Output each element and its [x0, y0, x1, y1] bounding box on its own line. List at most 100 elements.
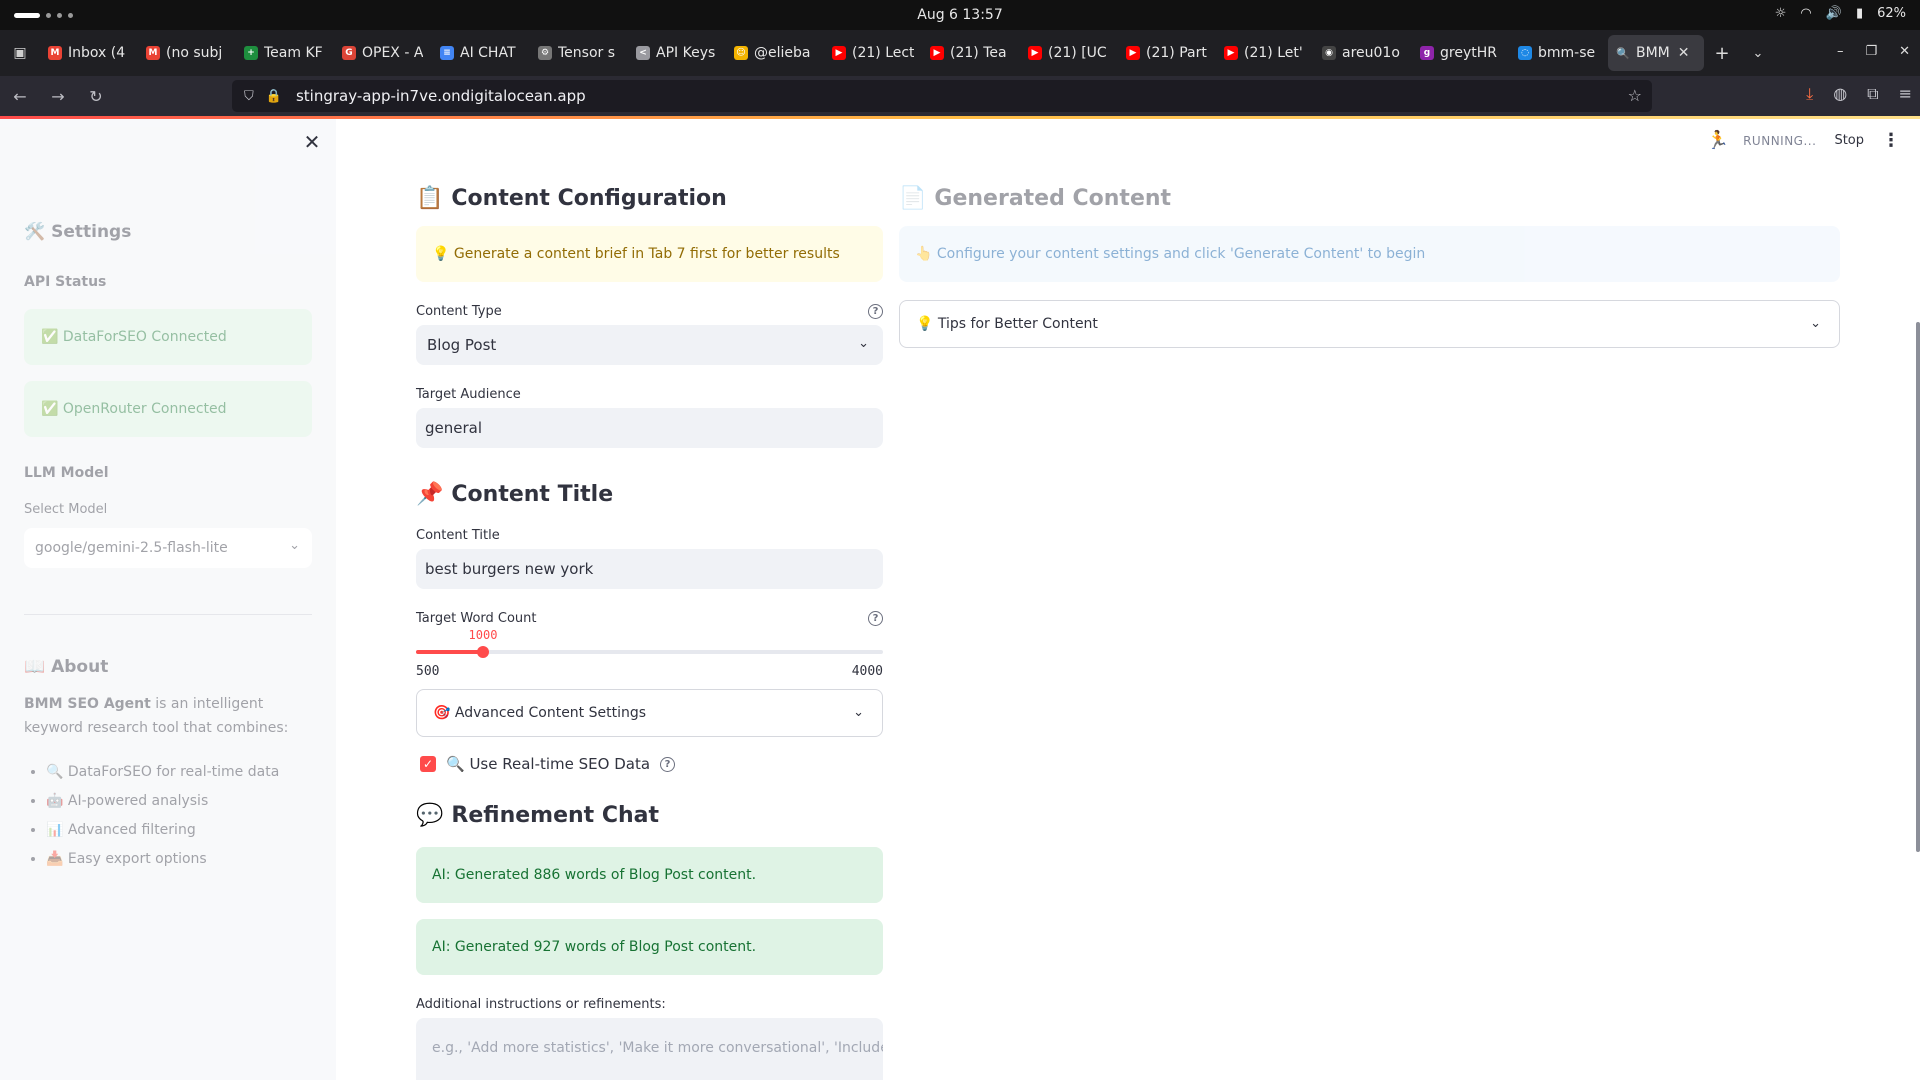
content-title-input[interactable]: best burgers new york: [416, 549, 883, 589]
browser-tab[interactable]: ▶ (21) [UC: [1020, 35, 1118, 71]
sidebar-close-button[interactable]: ✕: [300, 130, 324, 154]
stop-button[interactable]: Stop: [1830, 131, 1868, 150]
list-item: 📥 Easy export options: [46, 845, 279, 874]
tab-active-bmm[interactable]: 🔍 BMM ✕: [1608, 35, 1704, 71]
document-icon: 📄: [899, 185, 927, 211]
minimize-window-button[interactable]: –: [1837, 44, 1844, 59]
list-item: 📊 Advanced filtering: [46, 816, 279, 845]
pushpin-icon: 📌: [416, 481, 444, 507]
new-tab-button[interactable]: +: [1704, 35, 1740, 71]
account-icon[interactable]: ◍: [1833, 84, 1847, 104]
brief-tip-alert: 💡 Generate a content brief in Tab 7 firs…: [416, 226, 883, 282]
restore-window-button[interactable]: ❐: [1865, 44, 1877, 59]
reload-icon: ↻: [89, 86, 103, 106]
favicon-icon: ◌: [1518, 46, 1532, 60]
help-icon[interactable]: ?: [868, 611, 883, 626]
favicon-icon: +: [244, 46, 258, 60]
browser-tab[interactable]: ≡ AI CHAT: [432, 35, 530, 71]
favicon-icon: ▶: [1126, 46, 1140, 60]
tab-overview-button[interactable]: ▣: [0, 30, 40, 76]
toolbar-icons: ⤓ ◍ ⧉ ≡: [1806, 84, 1912, 104]
download-icon[interactable]: ⤓: [1806, 84, 1813, 104]
browser-tab[interactable]: ◉ areu01o: [1314, 35, 1412, 71]
browser-tab[interactable]: ⚙ Tensor s: [530, 35, 628, 71]
heading-text: Generated Content: [934, 185, 1172, 211]
brightness-icon: ☼: [1774, 6, 1787, 21]
page-scrollbar[interactable]: [1916, 322, 1920, 852]
list-item: 🔍 DataForSEO for real-time data: [46, 758, 279, 787]
bookmark-star-icon[interactable]: ☆: [1628, 86, 1642, 105]
clipboard-icon: 📋: [416, 185, 444, 211]
sidebar: 🛠️ Settings API Status ✅ DataForSEO Conn…: [0, 119, 336, 1080]
reload-button[interactable]: ↻: [78, 80, 114, 112]
tab-label: (21) Lect: [852, 45, 914, 61]
browser-tab[interactable]: ▶ (21) Let': [1216, 35, 1314, 71]
favicon-icon: ▶: [1224, 46, 1238, 60]
forward-button[interactable]: →: [40, 80, 76, 112]
running-status: RUNNING...: [1743, 133, 1817, 148]
tab-label: (21) [UC: [1048, 45, 1107, 61]
os-clock[interactable]: Aug 6 13:57: [0, 7, 1920, 23]
browser-tab[interactable]: ▶ (21) Tea: [922, 35, 1020, 71]
browser-tab[interactable]: ◌ bmm-se: [1510, 35, 1608, 71]
slider-handle[interactable]: [477, 646, 489, 658]
menu-icon[interactable]: ≡: [1899, 84, 1912, 104]
browser-nav-bar: ← → ↻ ⛉ 🔒 stingray-app-in7ve.ondigitaloc…: [0, 76, 1920, 116]
browser-tab[interactable]: M (no subj: [138, 35, 236, 71]
list-all-tabs-button[interactable]: ⌄: [1740, 35, 1776, 71]
refinement-instructions-textarea[interactable]: e.g., 'Add more statistics', 'Make it mo…: [416, 1018, 883, 1080]
os-status-area[interactable]: ☼ ◠ 🔊 ▮ 62%: [1775, 6, 1906, 21]
close-icon[interactable]: ✕: [1678, 45, 1690, 61]
close-window-button[interactable]: ✕: [1899, 44, 1910, 59]
realtime-seo-checkbox[interactable]: ✓: [420, 756, 436, 772]
back-button[interactable]: ←: [2, 80, 38, 112]
browser-tab[interactable]: G OPEX - A: [334, 35, 432, 71]
heading-text: Refinement Chat: [451, 802, 660, 828]
tab-overview-icon: ▣: [13, 45, 27, 61]
lock-icon[interactable]: 🔒: [266, 89, 282, 104]
content-configuration-heading: 📋 Content Configuration: [416, 170, 883, 226]
browser-tab[interactable]: + Team KF: [236, 35, 334, 71]
favicon-icon: ▶: [930, 46, 944, 60]
browser-tab-bar: ▣ M Inbox (4 M (no subj + Team KF G OPEX - A ≡ AI…: [0, 30, 1920, 76]
content-type-select[interactable]: Blog Post ⌄: [416, 325, 883, 365]
url-text: stingray-app-in7ve.ondigitalocean.app: [295, 87, 586, 105]
generated-content-heading: 📄 Generated Content: [899, 170, 1840, 226]
browser-tab[interactable]: g greytHR: [1412, 35, 1510, 71]
close-icon: ✕: [303, 130, 321, 154]
tab-label: (no subj: [166, 45, 223, 61]
tab-label: API Keys: [656, 45, 716, 61]
expander-label: 🎯 Advanced Content Settings: [433, 705, 647, 721]
favicon-icon: ▶: [832, 46, 846, 60]
heading-text: Content Title: [451, 481, 614, 507]
tips-expander[interactable]: 💡 Tips for Better Content ⌄: [899, 300, 1840, 348]
browser-tab[interactable]: < API Keys: [628, 35, 726, 71]
selected-model: google/gemini-2.5-flash-lite: [35, 540, 228, 556]
tab-label: OPEX - A: [362, 45, 424, 61]
target-audience-input[interactable]: general: [416, 408, 883, 448]
favicon-icon: <: [636, 46, 650, 60]
advanced-settings-expander[interactable]: 🎯 Advanced Content Settings ⌄: [416, 689, 883, 737]
main-menu-button[interactable]: ⋮: [1882, 130, 1900, 151]
address-bar[interactable]: ⛉ 🔒 stingray-app-in7ve.ondigitalocean.ap…: [232, 80, 1652, 112]
slider-min-value: 500: [416, 664, 440, 679]
browser-tab[interactable]: ☺ @elieba: [726, 35, 824, 71]
browser-tab[interactable]: ▶ (21) Part: [1118, 35, 1216, 71]
word-count-slider[interactable]: 1000 500 4000: [416, 626, 883, 679]
realtime-seo-checkbox-row[interactable]: ✓ 🔍 Use Real-time SEO Data ?: [416, 755, 883, 773]
battery-icon: ▮: [1855, 6, 1864, 21]
model-select[interactable]: google/gemini-2.5-flash-lite ⌄: [24, 528, 312, 568]
browser-tab[interactable]: ▶ (21) Lect: [824, 35, 922, 71]
help-icon[interactable]: ?: [660, 756, 676, 772]
extensions-icon[interactable]: ⧉: [1867, 84, 1878, 104]
shield-icon[interactable]: ⛉: [244, 89, 254, 104]
expander-label: 💡 Tips for Better Content: [916, 316, 1098, 332]
running-man-icon: 🏃: [1706, 130, 1730, 151]
tab-label: Inbox (4: [68, 45, 126, 61]
help-icon[interactable]: ?: [868, 304, 883, 319]
about-description: BMM SEO Agent is an intelligent keyword …: [24, 693, 314, 741]
favicon-icon: ◉: [1322, 46, 1336, 60]
browser-tab[interactable]: M Inbox (4: [40, 35, 138, 71]
content-configuration-column: 📋 Content Configuration 💡 Generate a con…: [416, 170, 883, 1080]
window-controls: – ❐ ✕: [1837, 44, 1910, 59]
